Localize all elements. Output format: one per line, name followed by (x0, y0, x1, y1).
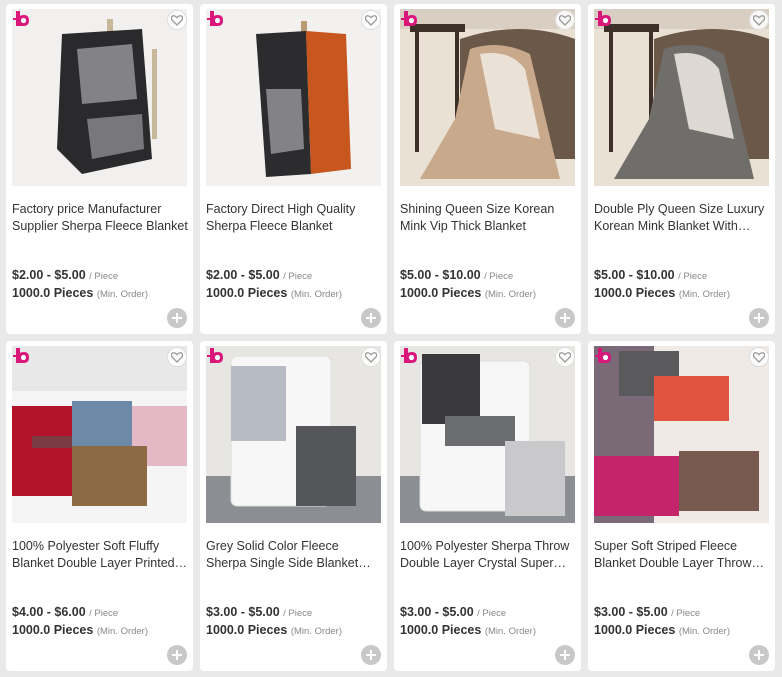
moq-label: (Min. Order) (484, 289, 537, 300)
min-order: 1000.0 Pieces (Min. Order) (400, 286, 536, 300)
price-range: $5.00 - $10.00 / Piece (594, 268, 707, 282)
min-order: 1000.0 Pieces (Min. Order) (594, 286, 730, 300)
product-image[interactable] (12, 9, 187, 186)
product-card[interactable]: Double Ply Queen Size Luxury Korean Mink… (588, 4, 775, 334)
brand-logo-icon (11, 345, 33, 367)
brand-logo-icon (399, 345, 421, 367)
product-card[interactable]: 100% Polyester Sherpa Throw Double Layer… (394, 341, 581, 671)
product-title[interactable]: Factory price Manufacturer Supplier Sher… (12, 201, 188, 235)
product-title[interactable]: 100% Polyester Soft Fluffy Blanket Doubl… (12, 538, 188, 572)
moq-label: (Min. Order) (484, 626, 537, 637)
moq-value: 1000.0 Pieces (206, 623, 288, 637)
heart-icon[interactable] (167, 10, 187, 30)
price-unit: / Piece (484, 271, 514, 282)
product-image[interactable] (12, 346, 187, 523)
product-image[interactable] (400, 346, 575, 523)
price-value: $3.00 - $5.00 (206, 605, 280, 619)
add-plus-icon[interactable] (167, 645, 187, 665)
product-title[interactable]: 100% Polyester Sherpa Throw Double Layer… (400, 538, 576, 572)
heart-icon[interactable] (361, 10, 381, 30)
brand-logo-icon (11, 8, 33, 30)
moq-label: (Min. Order) (96, 626, 149, 637)
price-value: $5.00 - $10.00 (594, 268, 675, 282)
price-unit: / Piece (283, 608, 313, 619)
moq-value: 1000.0 Pieces (400, 286, 482, 300)
add-plus-icon[interactable] (555, 308, 575, 328)
product-card[interactable]: 100% Polyester Soft Fluffy Blanket Doubl… (6, 341, 193, 671)
brand-logo-icon (399, 8, 421, 30)
price-value: $3.00 - $5.00 (594, 605, 668, 619)
heart-icon[interactable] (167, 347, 187, 367)
price-value: $2.00 - $5.00 (206, 268, 280, 282)
moq-value: 1000.0 Pieces (12, 623, 94, 637)
price-range: $3.00 - $5.00 / Piece (206, 605, 312, 619)
product-title[interactable]: Grey Solid Color Fleece Sherpa Single Si… (206, 538, 382, 572)
product-card[interactable]: Shining Queen Size Korean Mink Vip Thick… (394, 4, 581, 334)
price-unit: / Piece (678, 271, 708, 282)
min-order: 1000.0 Pieces (Min. Order) (206, 286, 342, 300)
brand-logo-icon (205, 345, 227, 367)
heart-icon[interactable] (749, 347, 769, 367)
add-plus-icon[interactable] (361, 308, 381, 328)
moq-value: 1000.0 Pieces (12, 286, 94, 300)
add-plus-icon[interactable] (749, 645, 769, 665)
product-title[interactable]: Double Ply Queen Size Luxury Korean Mink… (594, 201, 770, 235)
product-image[interactable] (206, 346, 381, 523)
product-card[interactable]: Grey Solid Color Fleece Sherpa Single Si… (200, 341, 387, 671)
price-range: $4.00 - $6.00 / Piece (12, 605, 118, 619)
price-unit: / Piece (89, 608, 119, 619)
brand-logo-icon (593, 8, 615, 30)
heart-icon[interactable] (749, 10, 769, 30)
min-order: 1000.0 Pieces (Min. Order) (12, 286, 148, 300)
min-order: 1000.0 Pieces (Min. Order) (12, 623, 148, 637)
heart-icon[interactable] (555, 347, 575, 367)
add-plus-icon[interactable] (749, 308, 769, 328)
product-image[interactable] (594, 346, 769, 523)
brand-logo-icon (593, 345, 615, 367)
moq-label: (Min. Order) (678, 626, 731, 637)
product-card[interactable]: Factory Direct High Quality Sherpa Fleec… (200, 4, 387, 334)
add-plus-icon[interactable] (555, 645, 575, 665)
min-order: 1000.0 Pieces (Min. Order) (206, 623, 342, 637)
add-plus-icon[interactable] (361, 645, 381, 665)
brand-logo-icon (205, 8, 227, 30)
product-title[interactable]: Factory Direct High Quality Sherpa Fleec… (206, 201, 382, 235)
product-image[interactable] (206, 9, 381, 186)
heart-icon[interactable] (361, 347, 381, 367)
price-value: $3.00 - $5.00 (400, 605, 474, 619)
price-range: $2.00 - $5.00 / Piece (206, 268, 312, 282)
price-range: $5.00 - $10.00 / Piece (400, 268, 513, 282)
heart-icon[interactable] (555, 10, 575, 30)
product-title[interactable]: Super Soft Striped Fleece Blanket Double… (594, 538, 770, 572)
price-unit: / Piece (477, 608, 507, 619)
price-value: $4.00 - $6.00 (12, 605, 86, 619)
moq-label: (Min. Order) (290, 289, 343, 300)
moq-value: 1000.0 Pieces (206, 286, 288, 300)
price-unit: / Piece (89, 271, 119, 282)
product-image[interactable] (594, 9, 769, 186)
price-value: $5.00 - $10.00 (400, 268, 481, 282)
price-value: $2.00 - $5.00 (12, 268, 86, 282)
price-range: $2.00 - $5.00 / Piece (12, 268, 118, 282)
product-card[interactable]: Factory price Manufacturer Supplier Sher… (6, 4, 193, 334)
min-order: 1000.0 Pieces (Min. Order) (400, 623, 536, 637)
moq-value: 1000.0 Pieces (594, 286, 676, 300)
price-unit: / Piece (671, 608, 701, 619)
price-range: $3.00 - $5.00 / Piece (594, 605, 700, 619)
product-image[interactable] (400, 9, 575, 186)
min-order: 1000.0 Pieces (Min. Order) (594, 623, 730, 637)
moq-label: (Min. Order) (96, 289, 149, 300)
product-card[interactable]: Super Soft Striped Fleece Blanket Double… (588, 341, 775, 671)
price-range: $3.00 - $5.00 / Piece (400, 605, 506, 619)
moq-label: (Min. Order) (678, 289, 731, 300)
product-grid: Factory price Manufacturer Supplier Sher… (6, 4, 776, 674)
price-unit: / Piece (283, 271, 313, 282)
product-title[interactable]: Shining Queen Size Korean Mink Vip Thick… (400, 201, 576, 235)
add-plus-icon[interactable] (167, 308, 187, 328)
moq-value: 1000.0 Pieces (400, 623, 482, 637)
moq-value: 1000.0 Pieces (594, 623, 676, 637)
moq-label: (Min. Order) (290, 626, 343, 637)
